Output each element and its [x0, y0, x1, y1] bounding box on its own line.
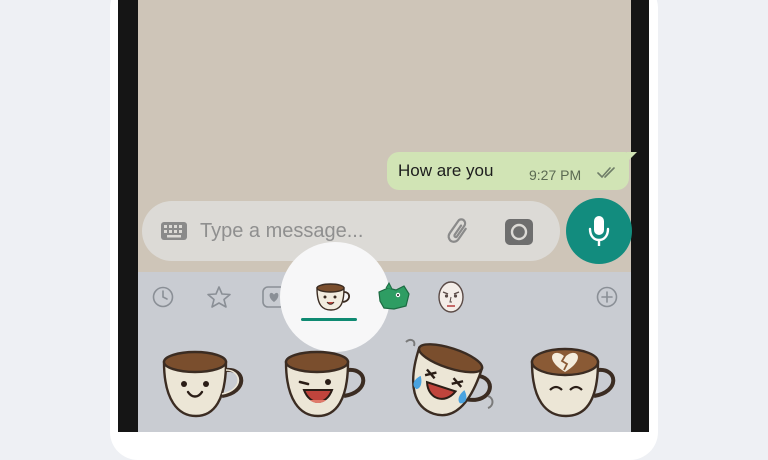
paperclip-icon[interactable]: [444, 216, 474, 246]
selected-tab-indicator: [301, 318, 357, 321]
winking-coffee-cup-sticker[interactable]: [280, 348, 372, 420]
message-text: How are you: [398, 161, 494, 180]
sticker-panel: [138, 242, 631, 432]
outgoing-message-bubble[interactable]: How are you 9:27 PM: [387, 152, 637, 190]
coffee-cup-sticker-icon[interactable]: [313, 282, 353, 312]
star-icon[interactable]: [206, 285, 232, 309]
keyboard-icon[interactable]: [160, 221, 188, 241]
face-sticker-icon[interactable]: [436, 280, 466, 314]
message-time: 9:27 PM: [529, 167, 582, 183]
double-check-icon: [597, 167, 615, 179]
camera-icon[interactable]: [505, 218, 533, 246]
broken-heart-latte-sticker[interactable]: [526, 346, 626, 418]
phone-screen: How are you 9:27 PM Type a message...: [118, 0, 649, 432]
bubble-tail: [627, 152, 637, 162]
message-input-placeholder[interactable]: Type a message...: [200, 220, 420, 243]
mic-icon: [588, 216, 610, 246]
green-character-sticker-icon[interactable]: [376, 282, 412, 312]
mic-button[interactable]: [566, 198, 632, 264]
smiling-coffee-cup-sticker[interactable]: [158, 348, 250, 420]
recent-icon[interactable]: [152, 286, 174, 308]
laughing-crying-coffee-cup-sticker[interactable]: [400, 336, 500, 422]
add-icon[interactable]: [596, 286, 618, 308]
